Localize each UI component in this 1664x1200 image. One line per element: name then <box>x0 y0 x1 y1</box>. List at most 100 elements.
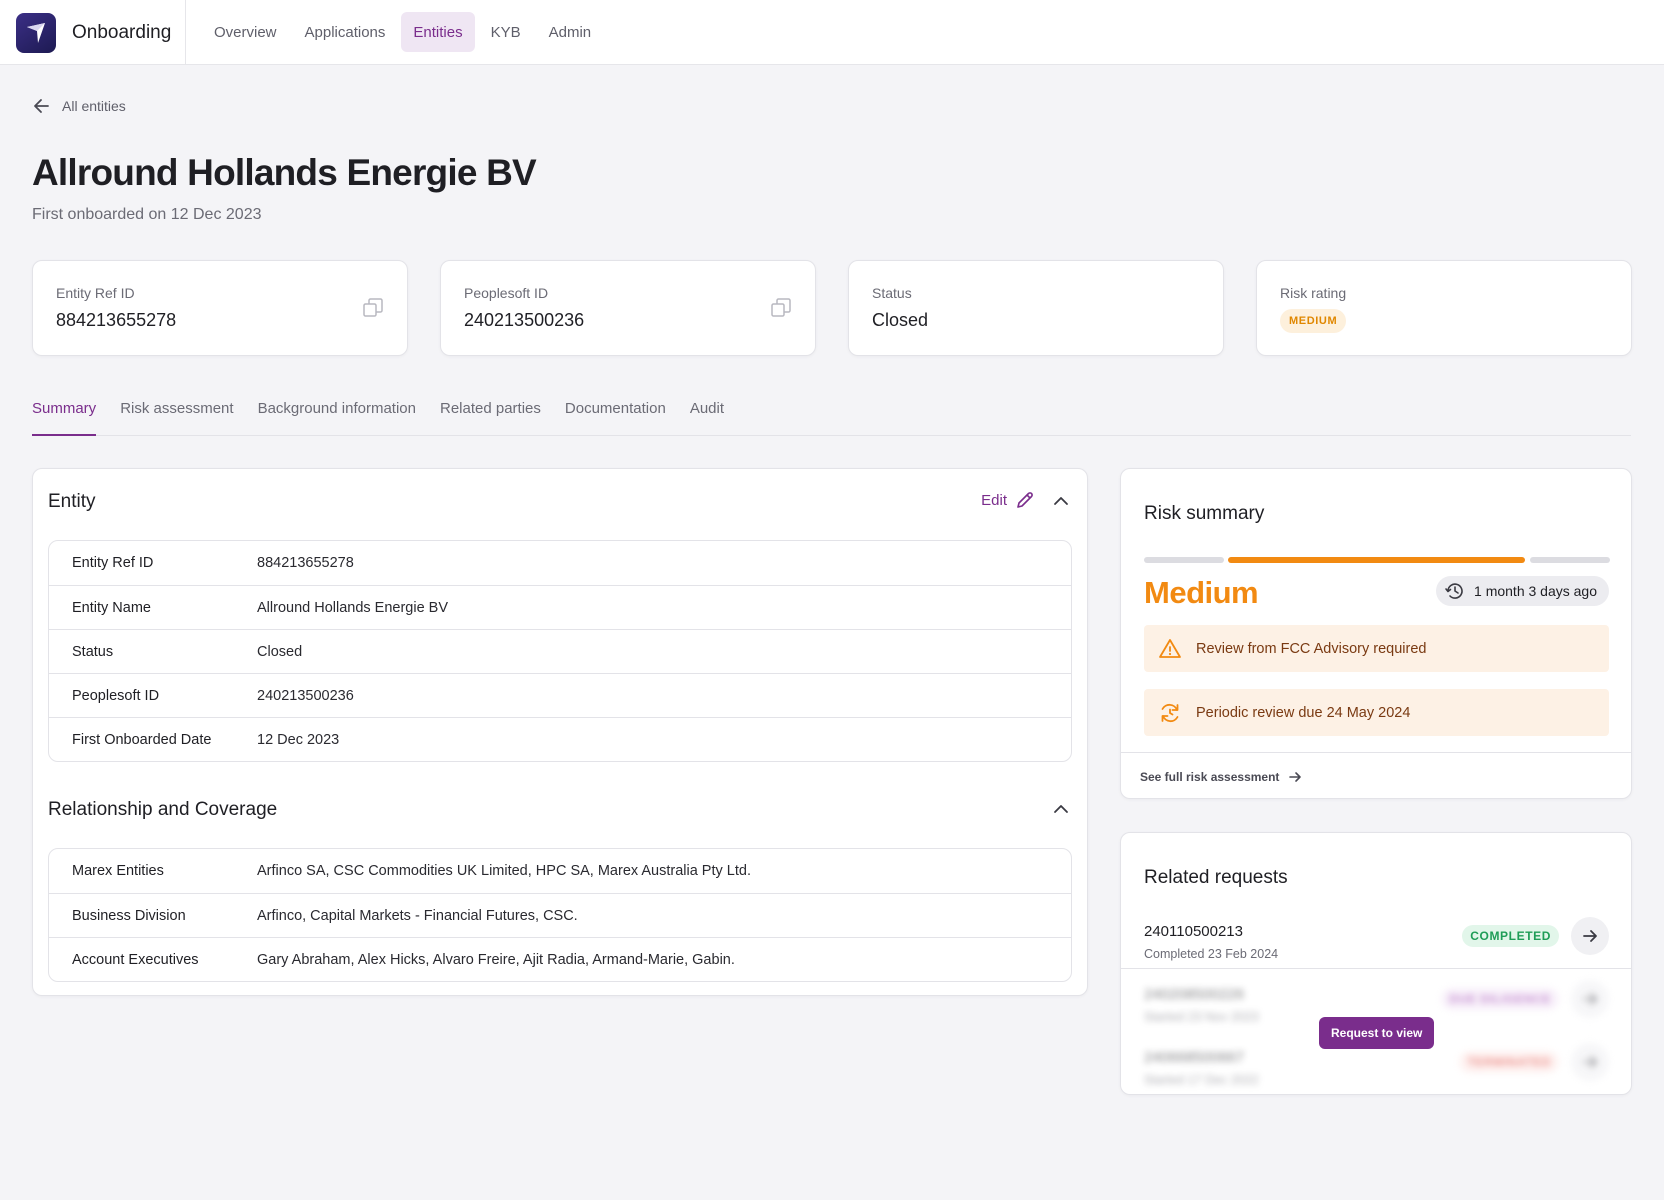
row-value: 12 Dec 2023 <box>257 731 340 748</box>
row-key: Marex Entities <box>72 863 164 879</box>
risk-rating-label: Risk rating <box>1280 285 1347 301</box>
page-title: Allround Hollands Energie BV <box>32 152 537 193</box>
fcc-review-alert: Review from FCC Advisory required <box>1144 625 1609 672</box>
tab-related-parties[interactable]: Related parties <box>440 400 541 436</box>
risk-summary-title: Risk summary <box>1144 503 1265 524</box>
top-navigation-bar: Onboarding Overview Applications Entitie… <box>0 0 1664 65</box>
row-value: Gary Abraham, Alex Hicks, Alvaro Freire,… <box>257 951 735 968</box>
entity-ref-card: Entity Ref ID 884213655278 <box>32 260 408 356</box>
clock-history-icon <box>1445 583 1463 599</box>
peoplesoft-value: 240213500236 <box>464 310 585 330</box>
row-value: 240213500236 <box>257 687 354 704</box>
entity-details-panel: Entity Edit Entity Ref ID 884213655278 En… <box>32 468 1088 996</box>
back-link[interactable]: All entities <box>32 96 126 116</box>
edit-label: Edit <box>981 491 1007 509</box>
row-key: Account Executives <box>72 951 199 968</box>
table-row: Marex Entities Arfinco SA, CSC Commoditie… <box>49 849 1071 893</box>
nav-kyb[interactable]: KYB <box>479 12 533 52</box>
tab-risk-assessment[interactable]: Risk assessment <box>120 400 233 436</box>
row-value: 884213655278 <box>257 555 354 571</box>
page-subtitle: First onboarded on 12 Dec 2023 <box>32 206 262 223</box>
table-row: Entity Ref ID 884213655278 <box>49 541 1071 585</box>
status-label: Status <box>872 285 912 301</box>
status-card: Status Closed <box>848 260 1224 356</box>
main-nav: Overview Applications Entities KYB Admin <box>202 12 603 52</box>
chevron-up-icon[interactable] <box>1051 799 1071 819</box>
related-requests-title: Related requests <box>1144 867 1288 888</box>
tab-documentation[interactable]: Documentation <box>565 400 666 436</box>
back-link-label: All entities <box>62 98 126 114</box>
row-key: First Onboarded Date <box>72 731 212 748</box>
divider <box>1121 968 1631 969</box>
brand: Onboarding <box>0 0 186 64</box>
app-name: Onboarding <box>72 22 172 43</box>
row-key: Business Division <box>72 907 186 924</box>
relationship-table: Marex Entities Arfinco SA, CSC Commoditie… <box>48 848 1072 982</box>
chevron-up-icon[interactable] <box>1051 491 1071 511</box>
nav-applications[interactable]: Applications <box>293 12 398 52</box>
arrow-right-icon <box>1583 1056 1597 1068</box>
nav-admin[interactable]: Admin <box>537 12 604 52</box>
row-value: Arfinco SA, CSC Commodities UK Limited, … <box>257 863 751 879</box>
link-label: See full risk assessment <box>1140 770 1280 784</box>
related-requests-panel: Related requests 240110500213 Completed … <box>1120 832 1632 1095</box>
entity-table: Entity Ref ID 884213655278 Entity Name All… <box>48 540 1072 762</box>
request-to-view-button[interactable]: Request to view <box>1319 1017 1435 1049</box>
app-logo-icon[interactable] <box>16 13 56 53</box>
row-key: Entity Ref ID <box>72 555 154 571</box>
risk-summary-panel: Risk summary Medium 1 month 3 days ago R… <box>1120 468 1632 799</box>
refresh-clock-icon <box>1161 703 1179 722</box>
row-key: Entity Name <box>72 599 151 616</box>
arrow-right-icon <box>1583 930 1597 942</box>
request-date: Completed 23 Feb 2024 <box>1144 947 1279 961</box>
open-request-button[interactable] <box>1571 917 1609 955</box>
copy-icon[interactable] <box>361 296 385 320</box>
peoplesoft-label: Peoplesoft ID <box>464 285 549 301</box>
edit-button[interactable]: Edit <box>981 490 1035 510</box>
entity-section-title: Entity <box>48 491 96 512</box>
tab-audit[interactable]: Audit <box>690 400 724 436</box>
nav-entities[interactable]: Entities <box>401 12 475 52</box>
row-value: Allround Hollands Energie BV <box>257 599 449 616</box>
status-badge: TERMINATED <box>1459 1051 1559 1073</box>
open-request-button <box>1571 1043 1609 1081</box>
table-row: Peoplesoft ID 240213500236 <box>49 673 1071 717</box>
status-value: Closed <box>872 310 929 330</box>
see-full-risk-assessment-link[interactable]: See full risk assessment <box>1140 769 1303 785</box>
risk-level: Medium <box>1144 575 1259 610</box>
copy-icon[interactable] <box>769 296 793 320</box>
periodic-review-alert: Periodic review due 24 May 2024 <box>1144 689 1609 736</box>
status-badge: COMPLETED <box>1462 925 1559 947</box>
open-request-button <box>1571 980 1609 1018</box>
list-item: 240668500667 Started 17 Dec 2022 TERMINA… <box>1121 1041 1631 1094</box>
risk-meter-segment-medium <box>1228 557 1525 563</box>
relationship-section-title: Relationship and Coverage <box>48 799 278 820</box>
last-updated-text: 1 month 3 days ago <box>1474 583 1597 599</box>
request-date: Started 23 Nov 2023 <box>1144 1010 1259 1024</box>
risk-rating-badge: MEDIUM <box>1280 309 1347 333</box>
status-badge: DUE DILIGENCE <box>1441 988 1559 1010</box>
table-row: First Onboarded Date 12 Dec 2023 <box>49 717 1071 761</box>
request-date: Started 17 Dec 2022 <box>1144 1073 1259 1087</box>
tab-background-information[interactable]: Background information <box>258 400 416 436</box>
tab-summary[interactable]: Summary <box>32 400 97 436</box>
risk-meter-segment-low <box>1144 557 1224 563</box>
tab-bar: Summary Risk assessment Background infor… <box>32 400 1631 436</box>
entity-ref-value: 884213655278 <box>56 310 177 330</box>
last-updated-pill: 1 month 3 days ago <box>1436 576 1609 606</box>
table-row: Account Executives Gary Abraham, Alex Hic… <box>49 937 1071 981</box>
table-row: Status Closed <box>49 629 1071 673</box>
arrow-right-icon <box>1583 993 1597 1005</box>
alert-text: Review from FCC Advisory required <box>1196 640 1427 657</box>
request-id: 240110500213 <box>1144 923 1243 940</box>
risk-summary-footer: See full risk assessment <box>1121 752 1631 798</box>
entity-ref-label: Entity Ref ID <box>56 285 135 301</box>
alert-text: Periodic review due 24 May 2024 <box>1196 704 1411 721</box>
nav-overview[interactable]: Overview <box>202 12 289 52</box>
arrow-right-icon <box>1289 772 1302 782</box>
request-id: 240208500226 <box>1144 986 1245 1003</box>
table-row: Entity Name Allround Hollands Energie BV <box>49 585 1071 629</box>
request-id: 240668500667 <box>1144 1049 1245 1066</box>
warning-triangle-icon <box>1159 638 1181 658</box>
row-value: Closed <box>257 643 303 660</box>
